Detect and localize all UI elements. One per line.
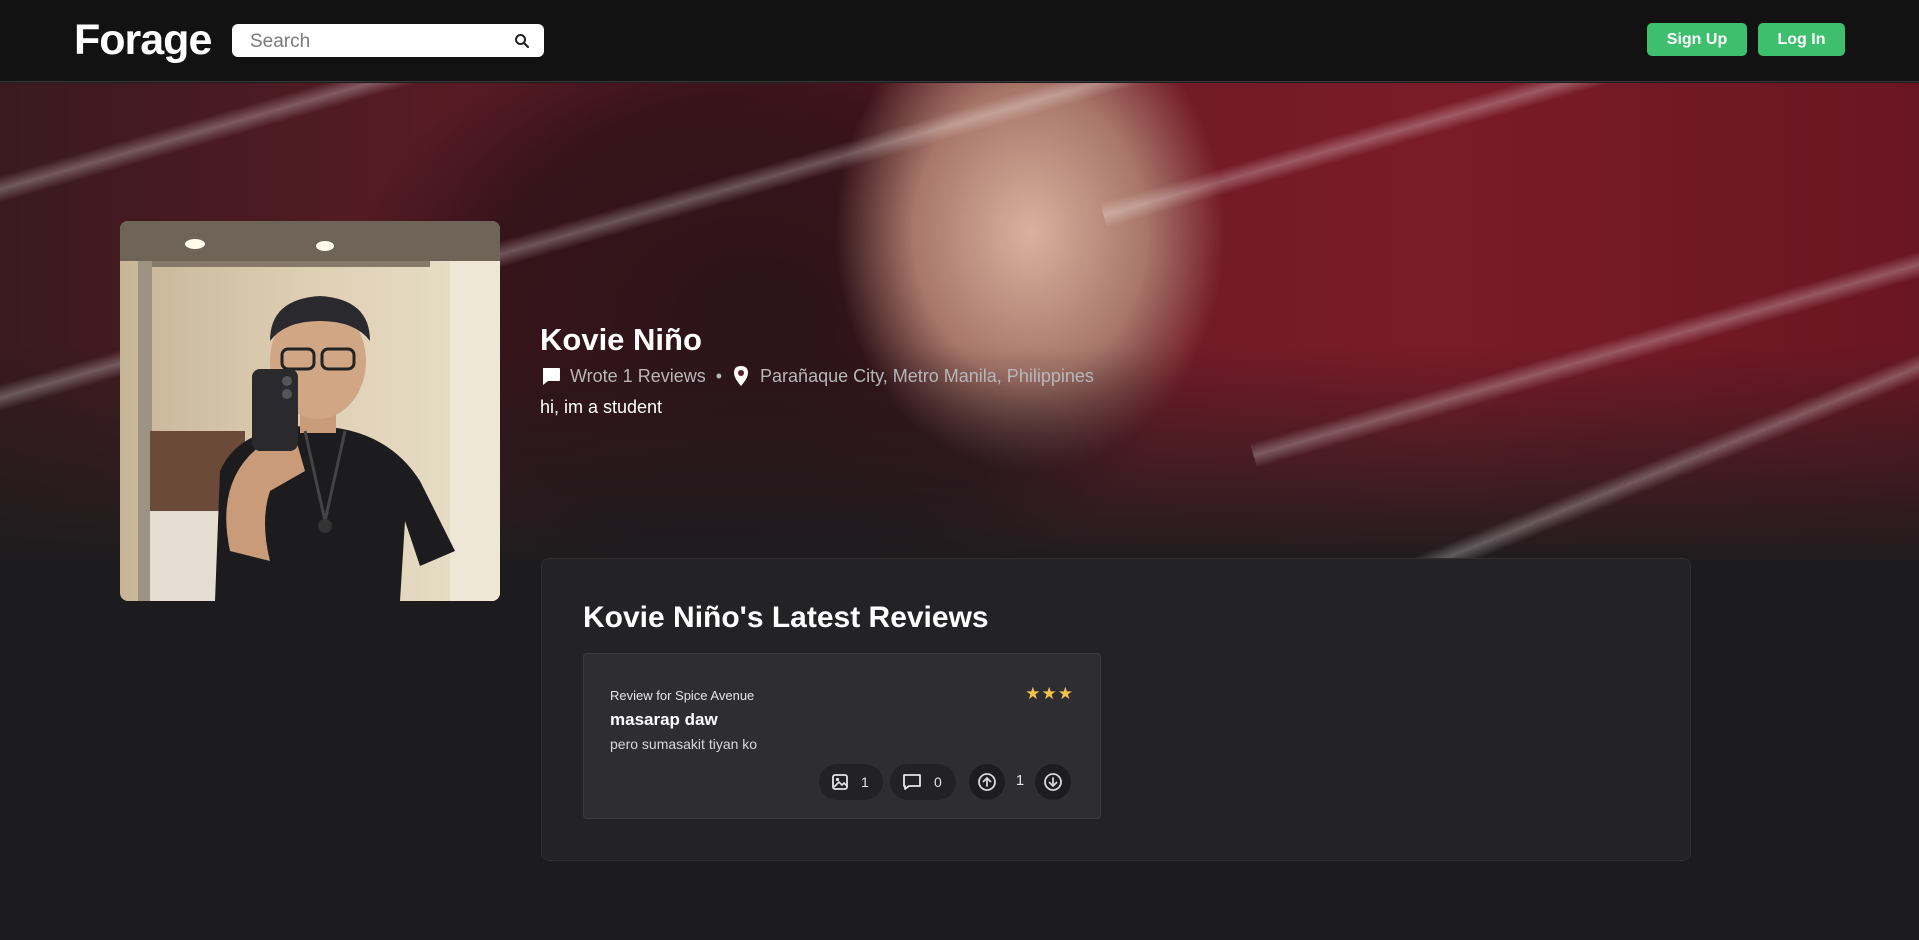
review-restaurant-label[interactable]: Review for Spice Avenue xyxy=(610,688,754,703)
review-star-rating: ★★★ xyxy=(1025,684,1074,703)
images-count-value: 1 xyxy=(861,774,869,790)
comments-count-value: 0 xyxy=(934,774,942,790)
arrow-up-circle-icon xyxy=(978,773,996,791)
review-vote-score: 1 xyxy=(1015,772,1025,789)
review-images-count[interactable]: 1 xyxy=(819,764,883,800)
profile-avatar xyxy=(120,221,500,601)
map-pin-icon xyxy=(734,366,749,386)
arrow-down-circle-icon xyxy=(1044,773,1062,791)
banner-light-stripe xyxy=(1100,83,1919,228)
banner-light-stripe xyxy=(0,83,1919,218)
profile-location: Parañaque City, Metro Manila, Philippine… xyxy=(760,365,1094,386)
sign-up-button[interactable]: Sign Up xyxy=(1647,23,1747,56)
search-bar[interactable] xyxy=(232,24,544,59)
search-icon[interactable] xyxy=(514,33,530,49)
profile-meta: Wrote 1 Reviews • Parañaque City, Metro … xyxy=(540,364,1094,388)
log-in-button[interactable]: Log In xyxy=(1758,23,1845,56)
review-body: pero sumasakit tiyan ko xyxy=(610,736,758,752)
image-icon xyxy=(832,774,848,790)
review-card[interactable]: Review for Spice Avenue ★★★ masarap daw … xyxy=(583,653,1101,819)
review-comments-count[interactable]: 0 xyxy=(890,764,956,800)
profile-bio: hi, im a student xyxy=(540,397,663,417)
reviews-count-text: Wrote 1 Reviews xyxy=(570,365,706,386)
site-logo[interactable]: Forage xyxy=(74,16,212,65)
top-navbar: Forage Sign Up Log In xyxy=(0,0,1919,82)
comment-icon xyxy=(903,774,921,790)
search-input[interactable] xyxy=(248,24,502,59)
profile-name: Kovie Niño xyxy=(540,322,702,357)
upvote-button[interactable] xyxy=(969,764,1005,800)
latest-reviews-panel: Kovie Niño's Latest Reviews Review for S… xyxy=(541,558,1691,861)
speech-bubble-icon xyxy=(543,368,560,385)
latest-reviews-title: Kovie Niño's Latest Reviews xyxy=(583,601,989,634)
meta-separator: • xyxy=(715,365,723,386)
review-title: masarap daw xyxy=(610,710,718,729)
banner-light-stripe xyxy=(1300,83,1919,560)
downvote-button[interactable] xyxy=(1035,764,1071,800)
